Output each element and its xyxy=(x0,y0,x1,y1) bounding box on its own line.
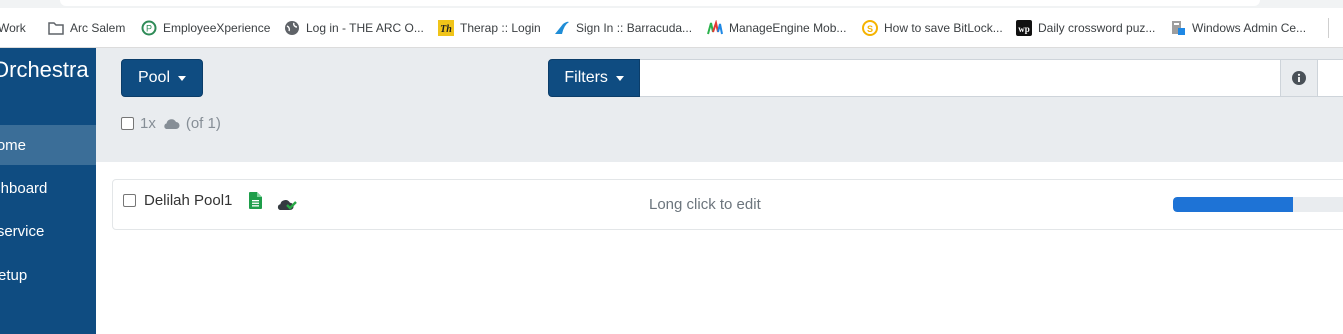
info-button[interactable] xyxy=(1280,59,1319,97)
pool-button-label: Pool xyxy=(137,69,171,86)
sidebar-item-setup[interactable]: Setup xyxy=(0,255,96,295)
sidebar-item-dashboard[interactable]: Dashboard xyxy=(0,168,96,208)
globe-icon xyxy=(284,20,300,36)
pool-progress-fill xyxy=(1173,197,1293,212)
bookmark-therap[interactable]: Th Therap :: Login xyxy=(438,17,541,39)
bookmark-label: Therap :: Login xyxy=(460,21,541,35)
svg-text:S: S xyxy=(867,24,873,34)
bookmark-arc-salem[interactable]: Arc Salem xyxy=(48,17,125,39)
caret-down-icon xyxy=(178,75,187,81)
brand-title: Orchestra xyxy=(0,57,89,82)
filter-group: Filters xyxy=(548,59,1343,97)
sidebar-item-label: Home xyxy=(0,136,27,154)
windows-admin-icon xyxy=(1170,20,1186,36)
folder-icon xyxy=(48,20,64,36)
bookmark-crossword[interactable]: wp Daily crossword puz... xyxy=(1016,17,1155,39)
cloud-check-icon xyxy=(276,196,300,217)
bookmarks-divider xyxy=(1328,18,1329,38)
selection-total: (of 1) xyxy=(185,115,221,132)
svg-text:wp: wp xyxy=(1018,24,1030,34)
therap-icon: Th xyxy=(438,20,454,36)
coin-icon: S xyxy=(862,20,878,36)
bookmark-label: How to save BitLock... xyxy=(884,21,1003,35)
bookmark-log-in-arc[interactable]: Log in - THE ARC O... xyxy=(284,17,424,39)
filter-addon-button[interactable] xyxy=(1318,59,1343,97)
sidebar-item-label: Self-service xyxy=(0,222,45,240)
bookmark-windows-admin[interactable]: Windows Admin Ce... xyxy=(1170,17,1306,39)
employeexperience-icon: P xyxy=(141,20,157,36)
sidebar-item-self-service[interactable]: Self-service xyxy=(0,211,96,251)
barracuda-icon xyxy=(554,20,570,36)
bookmark-bitlocker[interactable]: S How to save BitLock... xyxy=(862,17,1003,39)
bookmark-label: Arc Salem xyxy=(70,21,126,35)
svg-text:Th: Th xyxy=(440,24,452,35)
bookmark-label: ManageEngine Mob... xyxy=(729,21,847,35)
selection-count: 1x xyxy=(140,115,156,132)
sidebar-item-home[interactable]: Home xyxy=(0,125,96,165)
cloud-icon xyxy=(164,118,180,129)
select-all-checkbox[interactable] xyxy=(121,117,134,130)
manageengine-icon xyxy=(707,20,723,36)
filters-button-label: Filters xyxy=(564,69,608,86)
address-bar-strip xyxy=(0,0,1343,8)
bookmark-employeexperience[interactable]: P EmployeeXperience xyxy=(141,17,270,39)
sidebar: Orchestra Home Dashboard Self-service Se… xyxy=(0,48,96,334)
caret-down-icon xyxy=(615,75,624,81)
svg-text:P: P xyxy=(146,24,152,34)
filter-input[interactable] xyxy=(640,59,1281,97)
washington-post-icon: wp xyxy=(1016,20,1032,36)
bookmark-label: Daily crossword puz... xyxy=(1038,21,1156,35)
bookmark-work[interactable]: Work xyxy=(0,17,26,39)
sidebar-item-label: Setup xyxy=(0,266,28,284)
info-icon xyxy=(1291,71,1306,85)
pool-row[interactable]: Delilah Pool1 Long click to edit xyxy=(112,179,1343,230)
bookmark-label: Windows Admin Ce... xyxy=(1192,21,1307,35)
sidebar-item-label: Dashboard xyxy=(0,179,48,197)
pool-row-checkbox[interactable] xyxy=(123,194,136,207)
selection-summary: 1x (of 1) xyxy=(121,115,221,132)
pool-dropdown-button[interactable]: Pool xyxy=(121,59,203,97)
edit-hint: Long click to edit xyxy=(649,196,761,213)
toolbar: Pool Filters 1x (of 1) xyxy=(96,48,1343,162)
filters-dropdown-button[interactable]: Filters xyxy=(548,59,641,97)
spreadsheet-icon[interactable] xyxy=(249,192,262,214)
pool-name: Delilah Pool1 xyxy=(144,192,233,209)
bookmark-label: Sign In :: Barracuda... xyxy=(576,21,693,35)
bookmark-label: Work xyxy=(0,21,26,35)
bookmark-manageengine[interactable]: ManageEngine Mob... xyxy=(707,17,846,39)
bookmark-barracuda[interactable]: Sign In :: Barracuda... xyxy=(554,17,692,39)
pool-progress-bar xyxy=(1173,197,1343,212)
bookmark-label: EmployeeXperience xyxy=(163,21,271,35)
bookmarks-bar: Work Arc Salem P EmployeeXperience Log i… xyxy=(0,0,1343,48)
bookmark-label: Log in - THE ARC O... xyxy=(306,21,424,35)
